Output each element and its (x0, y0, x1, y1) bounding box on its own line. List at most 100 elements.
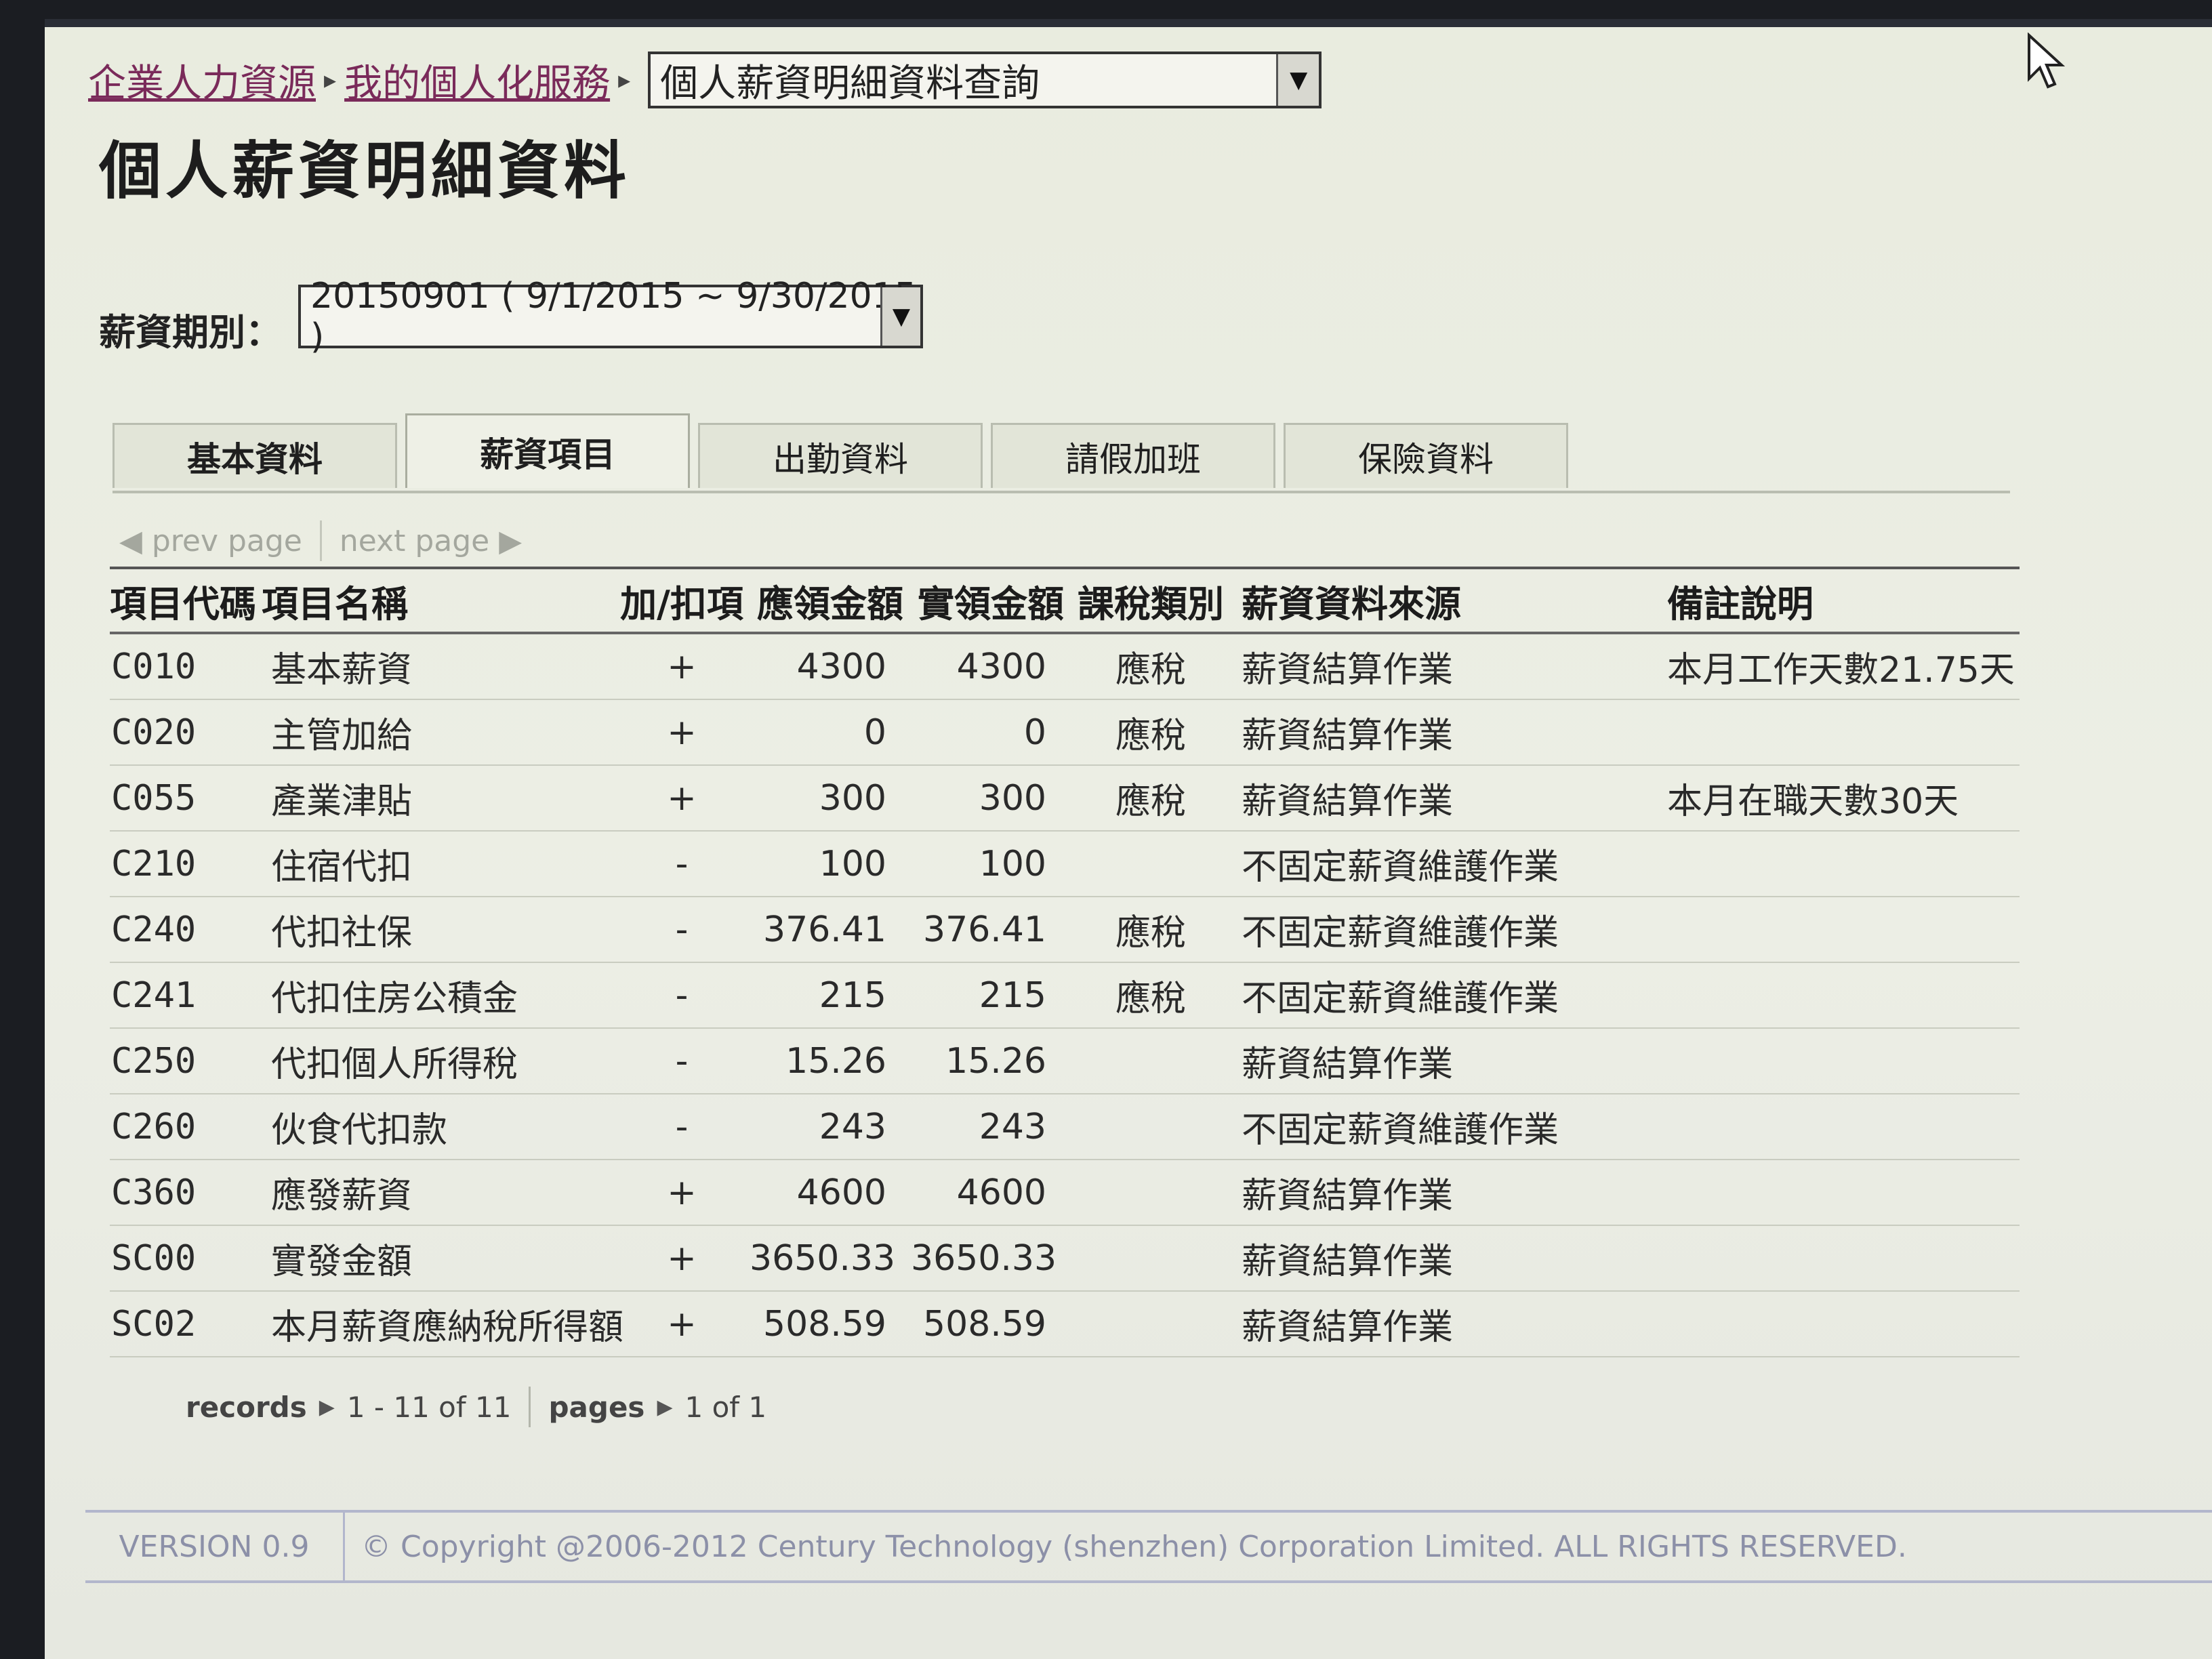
cell-remarks (1613, 1160, 2020, 1226)
header-data-source: 薪資資料來源 (1231, 569, 1613, 634)
cell-item-name: 主管加給 (262, 699, 614, 766)
cell-item-name: 代扣個人所得稅 (262, 1028, 614, 1094)
top-bezel (45, 19, 2212, 27)
page-selector-dropdown[interactable]: 個人薪資明細資料查詢 ▼ (648, 52, 1322, 108)
cell-remarks (1613, 1028, 2020, 1094)
breadcrumb: 企業人力資源 ▸ 我的個人化服務 ▸ 個人薪資明細資料查詢 ▼ (88, 39, 1322, 121)
cell-data-source: 不固定薪資維護作業 (1231, 962, 1613, 1029)
breadcrumb-link-personal[interactable]: 我的個人化服務 (344, 53, 610, 108)
cell-item-code: SC00 (110, 1225, 262, 1292)
cell-item-name: 伙食代扣款 (262, 1094, 614, 1160)
pages-label: pages (548, 1390, 645, 1424)
cell-remarks (1613, 1225, 2020, 1292)
table-row: C241 代扣住房公積金 -215 215 應稅 不固定薪資維護作業 (110, 962, 2020, 1029)
cell-item-name: 基本薪資 (262, 633, 614, 700)
cell-actual-amount: 4300 (911, 633, 1071, 700)
triangle-right-icon: ▶ (657, 1395, 673, 1419)
breadcrumb-link-hr[interactable]: 企業人力資源 (88, 53, 316, 108)
next-arrow-icon: ▶ (489, 523, 523, 558)
cell-data-source: 薪資結算作業 (1231, 1028, 1613, 1094)
cell-tax-type: 應稅 (1071, 699, 1231, 766)
cell-actual-amount: 3650.33 (911, 1225, 1071, 1292)
screen: 企業人力資源 ▸ 我的個人化服務 ▸ 個人薪資明細資料查詢 ▼ 個人薪資明細資料… (45, 19, 2212, 1659)
table-row: C260 伙食代扣款 -243 243 不固定薪資維護作業 (110, 1094, 2020, 1160)
header-item-code: 項目代碼 (110, 569, 262, 634)
cell-data-source: 薪資結算作業 (1231, 633, 1613, 700)
prev-arrow-icon: ◀ (119, 523, 152, 558)
cell-remarks (1613, 1094, 2020, 1160)
table-header-row: 項目代碼 項目名稱 加/扣項 應領金額 實領金額 課稅類別 薪資資料來源 備註說… (110, 569, 2020, 634)
cell-tax-type: 應稅 (1071, 962, 1231, 1029)
cell-payable-amount: 508.59 (750, 1291, 911, 1357)
cell-item-code: C260 (110, 1094, 262, 1160)
cell-actual-amount: 100 (911, 831, 1071, 897)
table-row: C210 住宿代扣 -100 100 不固定薪資維護作業 (110, 831, 2020, 897)
next-page-link[interactable]: next page (340, 524, 489, 558)
table-row: C250 代扣個人所得稅 -15.26 15.26 薪資結算作業 (110, 1028, 2020, 1094)
table-row: C360 應發薪資 +4600 4600 薪資結算作業 (110, 1160, 2020, 1226)
cell-add-deduct: + (614, 765, 750, 832)
cell-payable-amount: 243 (750, 1094, 911, 1160)
cell-data-source: 薪資結算作業 (1231, 1160, 1613, 1226)
cell-data-source: 薪資結算作業 (1231, 699, 1613, 766)
pager-divider (319, 520, 322, 561)
cell-item-name: 產業津貼 (262, 765, 614, 832)
tab-salary-items[interactable]: 薪資項目 (405, 413, 690, 488)
triangle-right-icon: ▶ (319, 1395, 335, 1419)
period-dropdown[interactable]: 20150901 ( 9/1/2015 ~ 9/30/2015 ) ▼ (298, 276, 923, 357)
header-actual-amount: 實領金額 (911, 569, 1071, 634)
cell-add-deduct: - (614, 962, 750, 1029)
cell-remarks (1613, 831, 2020, 897)
cell-tax-type (1071, 1028, 1231, 1094)
tab-attendance[interactable]: 出勤資料 (698, 423, 983, 488)
cell-item-code: SC02 (110, 1291, 262, 1357)
cell-add-deduct: + (614, 633, 750, 700)
cell-payable-amount: 0 (750, 699, 911, 766)
copyright-text: © Copyright @2006-2012 Century Technolog… (361, 1529, 1907, 1564)
cell-add-deduct: - (614, 1094, 750, 1160)
cell-item-code: C250 (110, 1028, 262, 1094)
chevron-down-icon[interactable]: ▼ (1276, 54, 1319, 106)
table-row: SC02 本月薪資應納稅所得額 +508.59 508.59 薪資結算作業 (110, 1291, 2020, 1357)
cell-actual-amount: 376.41 (911, 897, 1071, 963)
cell-add-deduct: + (614, 1160, 750, 1226)
period-label: 薪資期別： (99, 311, 282, 354)
records-range: 1 - 11 of 11 (346, 1390, 512, 1424)
tab-insurance[interactable]: 保險資料 (1284, 423, 1568, 488)
cell-payable-amount: 376.41 (750, 897, 911, 963)
cell-add-deduct: - (614, 1028, 750, 1094)
header-remarks: 備註說明 (1613, 569, 2020, 634)
prev-page-link[interactable]: prev page (152, 524, 302, 558)
cell-payable-amount: 15.26 (750, 1028, 911, 1094)
tab-basic-info[interactable]: 基本資料 (112, 423, 397, 488)
cell-actual-amount: 0 (911, 699, 1071, 766)
page-selector-value: 個人薪資明細資料查詢 (660, 61, 1040, 106)
cell-data-source: 不固定薪資維護作業 (1231, 1094, 1613, 1160)
cell-data-source: 不固定薪資維護作業 (1231, 897, 1613, 963)
cell-item-name: 代扣住房公積金 (262, 962, 614, 1029)
breadcrumb-arrow-icon: ▸ (324, 66, 337, 94)
period-value: 20150901 ( 9/1/2015 ~ 9/30/2015 ) (310, 276, 917, 357)
cell-tax-type (1071, 1225, 1231, 1292)
footer: VERSION 0.9 © Copyright @2006-2012 Centu… (85, 1510, 2212, 1583)
records-divider (529, 1387, 531, 1427)
cell-actual-amount: 300 (911, 765, 1071, 832)
tab-leave-overtime[interactable]: 請假加班 (991, 423, 1275, 488)
cell-actual-amount: 508.59 (911, 1291, 1071, 1357)
cell-actual-amount: 4600 (911, 1160, 1071, 1226)
table-row: C020 主管加給 +0 0 應稅 薪資結算作業 (110, 699, 2020, 766)
header-add-deduct: 加/扣項 (614, 569, 750, 634)
cell-tax-type (1071, 831, 1231, 897)
cell-item-name: 應發薪資 (262, 1160, 614, 1226)
header-tax-type: 課稅類別 (1071, 569, 1231, 634)
table-row: C240 代扣社保 -376.41 376.41 應稅 不固定薪資維護作業 (110, 897, 2020, 963)
cell-remarks (1613, 962, 2020, 1029)
cell-item-name: 實發金額 (262, 1225, 614, 1292)
cell-actual-amount: 215 (911, 962, 1071, 1029)
salary-table-container: 項目代碼 項目名稱 加/扣項 應領金額 實領金額 課稅類別 薪資資料來源 備註說… (110, 567, 2020, 1357)
breadcrumb-arrow-icon: ▸ (618, 66, 631, 94)
chevron-down-icon[interactable]: ▼ (880, 287, 920, 346)
table-row: SC00 實發金額 +3650.33 3650.33 薪資結算作業 (110, 1225, 2020, 1292)
records-label: records (186, 1390, 307, 1424)
cell-payable-amount: 3650.33 (750, 1225, 911, 1292)
